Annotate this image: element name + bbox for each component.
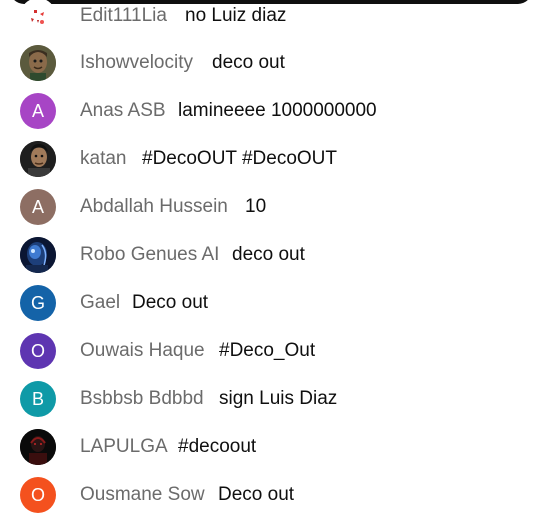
chat-message: Edit111Lia no Luiz diaz [0,0,540,40]
chat-message: Ishowvelocity deco out [0,40,540,88]
author-name[interactable]: Ousmane Sow [80,483,205,507]
chat-message: A Anas ASB lamineeee 1000000000 [0,88,540,136]
avatar-letter: B [31,389,44,409]
heart-sticker-avatar[interactable] [20,0,56,34]
letter-avatar[interactable]: O [20,333,56,369]
avatar-letter: A [31,101,44,121]
message-text: deco out [232,244,305,265]
avatar-letter: G [30,293,45,313]
message-text: #Deco_Out [219,340,316,361]
message-text: 10 [245,196,267,217]
avatar-letter: A [31,197,44,217]
author-name[interactable]: Ishowvelocity [80,51,193,75]
letter-avatar[interactable]: B [20,381,56,417]
dark-figure-avatar[interactable] [20,429,56,465]
message-text: #decoout [178,436,257,457]
avatar-letter: O [30,341,45,361]
message-text: sign Luis Diaz [219,388,338,409]
author-name[interactable]: Bsbbsb Bdbbd [80,387,204,411]
message-text: no Luiz diaz [185,5,287,26]
author-name[interactable]: Anas ASB [80,99,166,123]
message-text: deco out [212,52,285,73]
person-photo-avatar[interactable] [20,141,56,177]
message-text: lamineeee 1000000000 [178,100,377,121]
message-text: #DecoOUT #DecoOUT [142,148,337,169]
author-name[interactable]: Abdallah Hussein [80,195,228,219]
letter-avatar[interactable]: A [20,189,56,225]
chat-message: Robo Genues AI deco out [0,232,540,280]
letter-avatar[interactable]: G [20,285,56,321]
author-name[interactable]: Robo Genues AI [80,243,219,267]
chat-message: B Bsbbsb Bdbbd sign Luis Diaz [0,376,540,424]
letter-avatar[interactable]: A [20,93,56,129]
cartoon-face-avatar[interactable] [20,45,56,81]
avatar-letter: O [30,485,45,505]
letter-avatar[interactable]: O [20,477,56,513]
author-name[interactable]: Gael [80,291,120,315]
author-name[interactable]: LAPULGA [80,435,168,459]
chat-message: katan #DecoOUT #DecoOUT [0,136,540,184]
chat-message: LAPULGA #decoout [0,424,540,472]
message-text: Deco out [218,484,295,505]
chat-message: O Ouwais Haque #Deco_Out [0,328,540,376]
chat-message: O Ousmane Sow Deco out [0,472,540,520]
robot-avatar[interactable] [20,237,56,273]
author-name[interactable]: katan [80,147,126,171]
author-name[interactable]: Edit111Lia [80,4,167,28]
author-name[interactable]: Ouwais Haque [80,339,205,363]
chat-message: A Abdallah Hussein 10 [0,184,540,232]
chat-message: G Gael Deco out [0,280,540,328]
message-text: Deco out [132,292,209,313]
